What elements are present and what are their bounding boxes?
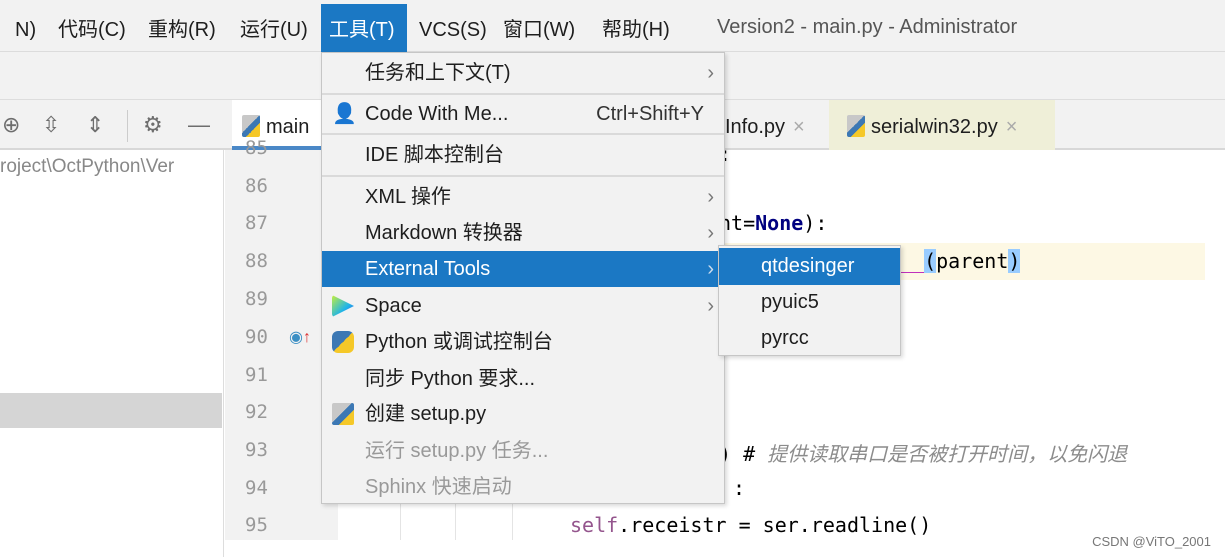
menu-item-space[interactable]: Space › <box>322 288 724 324</box>
submenu-item-pyuic5[interactable]: pyuic5 <box>719 284 900 321</box>
gear-icon[interactable]: ⚙ <box>143 112 163 138</box>
line-number: 88 <box>245 250 268 272</box>
line-number: 95 <box>245 514 268 536</box>
chevron-right-icon: › <box>707 186 714 208</box>
menu-view[interactable]: N) <box>7 4 44 52</box>
menu-vcs[interactable]: VCS(S) <box>411 4 495 52</box>
code-line: : <box>733 476 746 500</box>
menu-item-xml-actions[interactable]: XML 操作 › <box>322 179 724 215</box>
submenu-item-qtdesinger[interactable]: qtdesinger <box>719 248 900 285</box>
menu-separator <box>322 175 724 177</box>
locate-icon[interactable]: ⊕ <box>2 112 20 138</box>
collapse-all-icon[interactable]: ⇕ <box>86 112 104 138</box>
shortcut: Ctrl+Shift+Y <box>596 103 704 125</box>
menu-refactor[interactable]: 重构(R) <box>140 4 224 52</box>
python-icon <box>332 331 354 353</box>
menu-item-tasks-contexts[interactable]: 任务和上下文(T) › <box>322 55 724 91</box>
menu-run[interactable]: 运行(U) <box>232 4 316 52</box>
line-number: 92 <box>245 401 268 423</box>
code-line: __(parent) <box>900 249 1021 273</box>
external-tools-submenu: qtdesinger pyuic5 pyrcc <box>718 245 901 356</box>
menu-tools[interactable]: 工具(T) <box>321 4 407 52</box>
python-file-icon <box>847 115 865 137</box>
line-number: 86 <box>245 175 268 197</box>
expand-all-icon[interactable]: ⇳ <box>42 112 60 138</box>
space-icon <box>332 295 354 317</box>
selected-tree-row[interactable] <box>0 393 222 428</box>
chevron-right-icon: › <box>707 222 714 244</box>
chevron-right-icon: › <box>707 295 714 317</box>
override-icon[interactable]: ◉↑ <box>289 327 311 347</box>
menu-item-run-setup-py-task: 运行 setup.py 任务... <box>365 440 549 462</box>
menu-separator <box>322 133 724 135</box>
menu-separator <box>322 93 724 95</box>
menu-help[interactable]: 帮助(H) <box>594 4 678 52</box>
menu-item-external-tools[interactable]: External Tools › <box>322 251 724 287</box>
menu-item-python-console[interactable]: Python 或调试控制台 <box>322 324 724 360</box>
menu-item-sphinx-quickstart: Sphinx 快速启动 <box>365 476 512 498</box>
tab-label: main <box>266 116 310 138</box>
minimize-icon[interactable]: — <box>188 112 210 138</box>
watermark: CSDN @ViTO_2001 <box>1092 534 1211 549</box>
project-panel <box>0 150 224 557</box>
menu-bar: N) 代码(C) 重构(R) 运行(U) 工具(T) VCS(S) 窗口(W) … <box>0 0 1225 52</box>
line-number: 93 <box>245 439 268 461</box>
python-file-icon <box>332 403 354 425</box>
code-line: ) # 提供读取串口是否被打开时间，以免闪退 <box>719 442 1128 466</box>
tab-label: serialwin32.py <box>871 116 998 138</box>
tab-serialwin32[interactable]: serialwin32.py × <box>829 100 1055 150</box>
window-title: Version2 - main.py - Administrator <box>717 16 1018 38</box>
python-file-icon <box>242 115 260 137</box>
close-icon[interactable]: × <box>793 116 805 138</box>
menu-item-create-setup-py[interactable]: 创建 setup.py <box>322 396 724 432</box>
menu-window[interactable]: 窗口(W) <box>495 4 583 52</box>
line-number: 94 <box>245 477 268 499</box>
chevron-right-icon: › <box>707 62 714 84</box>
menu-item-code-with-me[interactable]: 👤 Code With Me... Ctrl+Shift+Y <box>322 96 724 132</box>
menu-item-sync-python-requirements[interactable]: 同步 Python 要求... <box>322 361 724 397</box>
menu-item-markdown-converter[interactable]: Markdown 转换器 › <box>322 215 724 251</box>
project-path: roject\OctPython\Ver <box>0 156 175 177</box>
tools-menu: 任务和上下文(T) › 👤 Code With Me... Ctrl+Shift+Y … <box>321 52 725 504</box>
divider <box>127 110 128 142</box>
users-icon: 👤 <box>332 103 357 125</box>
menu-item-ide-script-console[interactable]: IDE 脚本控制台 <box>322 137 724 173</box>
code-line: nt=None): <box>719 211 828 235</box>
line-number: 85 <box>245 137 268 159</box>
close-icon[interactable]: × <box>1006 116 1018 138</box>
line-number: 87 <box>245 212 268 234</box>
line-number: 91 <box>245 364 268 386</box>
line-number: 89 <box>245 288 268 310</box>
submenu-item-pyrcc[interactable]: pyrcc <box>719 320 900 357</box>
tab-info[interactable]: Info.py × <box>716 100 828 150</box>
chevron-right-icon: › <box>707 258 714 280</box>
tab-label: Info.py <box>725 116 786 138</box>
code-line: self.receistr = ser.readline() <box>570 513 932 537</box>
line-number: 90 <box>245 326 268 348</box>
menu-code[interactable]: 代码(C) <box>50 4 134 52</box>
